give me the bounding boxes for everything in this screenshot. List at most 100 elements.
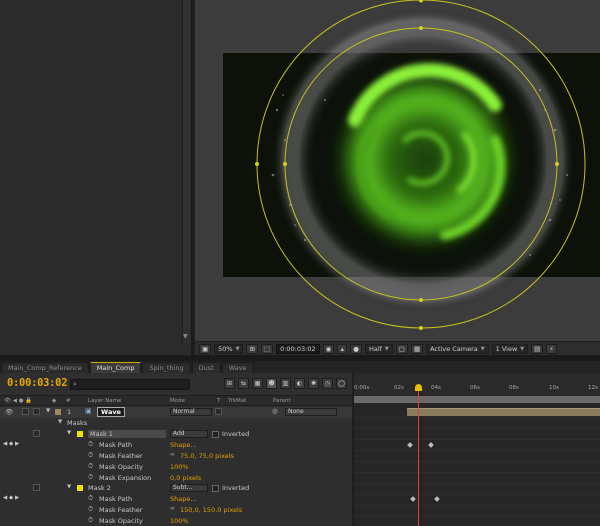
col-layer-name[interactable]: Layer Name [88,398,121,404]
av-features-icon: 👁 ◀ ● 🔒 [4,398,33,404]
mask-1-expansion-stopwatch-icon[interactable]: ⏱ [88,473,93,482]
shy-layers-icon[interactable]: ☻ [266,378,277,389]
mask-1-path-keyframe[interactable] [407,442,413,448]
mask-2-color[interactable] [77,485,83,491]
mask-1-opacity-stopwatch-icon[interactable]: ⏱ [88,462,93,471]
scroll-down-arrow-icon[interactable]: ▼ [183,334,189,340]
fast-previews-icon[interactable]: ⚡ [546,343,557,354]
keyframe-nav-icon[interactable]: ◀ ◆ ▶ [3,441,19,447]
snapshot-icon[interactable]: ◉ [322,343,335,354]
timeline-search-input[interactable]: ⌕ [70,379,190,390]
parent-dropdown[interactable]: None [285,408,337,416]
brainstorm-icon[interactable]: ✺ [308,378,319,389]
composition-mini-flowchart-icon[interactable]: ⊞ [224,378,235,389]
tab-spin-thing[interactable]: Spin_thing [142,362,191,373]
frame-blending-icon[interactable]: ▥ [280,378,291,389]
project-scrollbar[interactable] [182,0,190,343]
mask-1-row[interactable]: ▼ Mask 1 Add Inverted [0,429,352,440]
mask-1-expansion-value[interactable]: 0,0 pixels [170,474,201,482]
mask-1-feather-row[interactable]: ⏱ Mask Feather ∞ 75,0, 75,0 pixels [0,451,352,462]
mask-2-opacity-value[interactable]: 100% [170,517,189,525]
current-time-display[interactable]: 0:00:03:02 [7,377,68,389]
tab-dust[interactable]: Dust [191,362,221,373]
draft-3d-icon[interactable]: ▦ [252,378,263,389]
layer-duration-bar[interactable] [407,408,600,416]
safe-margins-icon[interactable]: ⊞ [246,343,258,354]
masks-expand-icon[interactable]: ▼ [58,419,62,425]
mask-2-feather-link-icon[interactable]: ∞ [170,505,175,512]
mask-1-inverted-checkbox[interactable] [212,431,219,438]
tab-wave[interactable]: Wave [221,362,254,373]
layer-name[interactable]: Wave [97,407,125,417]
mask-2-path-keyframe[interactable] [410,496,416,502]
mask-visibility-icon[interactable]: ⬚ [260,343,274,354]
auto-keyframe-icon[interactable]: ◷ [322,378,333,389]
masks-group-row[interactable]: ▼ Masks [0,418,352,429]
mask-1-color[interactable] [77,431,83,437]
camera-dropdown[interactable]: Active Camera ▼ [426,343,489,354]
tab-main-comp[interactable]: Main_Comp [89,362,142,373]
pick-whip-icon[interactable]: ◎ [272,407,278,415]
layer-row-wave[interactable]: 👁 ▼ 1 ▣ Wave Normal ◎ None [0,407,352,418]
current-time-indicator[interactable] [418,387,419,526]
mask-1-path-row[interactable]: ◀ ◆ ▶ ⏱ Mask Path Shape... [0,440,352,451]
mask-2-expand-icon[interactable]: ▼ [67,484,71,490]
mask-2-opacity-row[interactable]: ⏱ Mask Opacity 100% [0,516,352,526]
preserve-transparency-checkbox[interactable] [215,408,222,415]
motion-blur-icon[interactable]: ◐ [294,378,305,389]
mask-2-path-row[interactable]: ◀ ◆ ▶ ⏱ Mask Path Shape... [0,494,352,505]
mask-2-row[interactable]: ▼ Mask 2 Subt... Inverted [0,483,352,494]
current-time-indicator-head[interactable] [415,384,422,391]
lock-switch[interactable] [33,408,40,415]
keyframe-nav-icon-2[interactable]: ◀ ◆ ▶ [3,495,19,501]
mask-2-feather-value[interactable]: 150,0, 150,0 pixels [180,506,242,514]
mask-1-lock-switch[interactable] [33,430,40,437]
pixel-aspect-icon[interactable]: ▤ [531,343,544,354]
mask-1-feather-link-icon[interactable]: ∞ [170,451,175,458]
mask-2-feather-stopwatch-icon[interactable]: ⏱ [88,505,93,514]
eye-icon[interactable]: 👁 [5,408,13,416]
mask-1-mode-dropdown[interactable]: Add [170,430,208,438]
view-layout-dropdown[interactable]: 1 View ▼ [491,343,529,354]
mask-1-name[interactable]: Mask 1 [88,430,166,438]
mask-2-inverted-checkbox[interactable] [212,485,219,492]
mask-2-feather-row[interactable]: ⏱ Mask Feather ∞ 150,0, 150,0 pixels [0,505,352,516]
show-snapshot-icon[interactable]: ▴ [337,343,348,354]
col-trkmat: TrkMat [228,398,247,404]
mask-1-path-value[interactable]: Shape... [170,441,197,449]
live-update-icon[interactable]: ⇆ [238,378,249,389]
mask-1-expand-icon[interactable]: ▼ [67,430,71,436]
layer-label-color[interactable] [55,409,61,415]
solo-switch[interactable] [22,408,29,415]
mask-1-feather-stopwatch-icon[interactable]: ⏱ [88,451,93,460]
ruler-label-10s: 10s [549,385,559,391]
mask-2-lock-switch[interactable] [33,484,40,491]
mask-1-path-keyframe[interactable] [428,442,434,448]
layer-mode-dropdown[interactable]: Normal [170,408,212,416]
mask-2-mode-dropdown[interactable]: Subt... [170,484,208,492]
viewer-current-time[interactable]: 0:00:03:02 [276,343,320,354]
mask-1-opacity-row[interactable]: ⏱ Mask Opacity 100% [0,462,352,473]
region-of-interest-icon[interactable]: ▢ [395,343,408,354]
resolution-dropdown[interactable]: Half ▼ [364,343,393,354]
transparency-grid-icon[interactable]: ▦ [410,343,424,354]
composition-viewer[interactable] [195,0,600,341]
channels-icon[interactable]: ● [350,343,362,354]
tab-main-comp-reference[interactable]: Main_Comp_Reference [1,362,89,373]
graph-editor-icon[interactable]: ◯ [336,378,347,389]
mask-1-expansion-row[interactable]: ⏱ Mask Expansion 0,0 pixels [0,473,352,484]
mask-1-opacity-value[interactable]: 100% [170,463,189,471]
zoom-dropdown[interactable]: 50% ▼ [214,343,244,354]
always-preview-icon[interactable]: ▣ [199,343,212,354]
mask-1-feather-value[interactable]: 75,0, 75,0 pixels [180,452,234,460]
mask-2-path-stopwatch-icon[interactable]: ⏱ [88,494,93,503]
time-ruler[interactable]: 0:00s 02s 04s 06s 08s 10s 12s [354,373,600,395]
mask-2-path-keyframe[interactable] [434,496,440,502]
work-area-bar[interactable] [354,396,600,403]
mask-2-opacity-stopwatch-icon[interactable]: ⏱ [88,516,93,525]
layer-expand-icon[interactable]: ▼ [46,408,50,414]
mask-2-name[interactable]: Mask 2 [88,484,111,492]
timeline-graph[interactable]: 0:00s 02s 04s 06s 08s 10s 12s [354,373,600,526]
mask-1-path-stopwatch-icon[interactable]: ⏱ [88,440,93,449]
mask-2-path-value[interactable]: Shape... [170,495,197,503]
